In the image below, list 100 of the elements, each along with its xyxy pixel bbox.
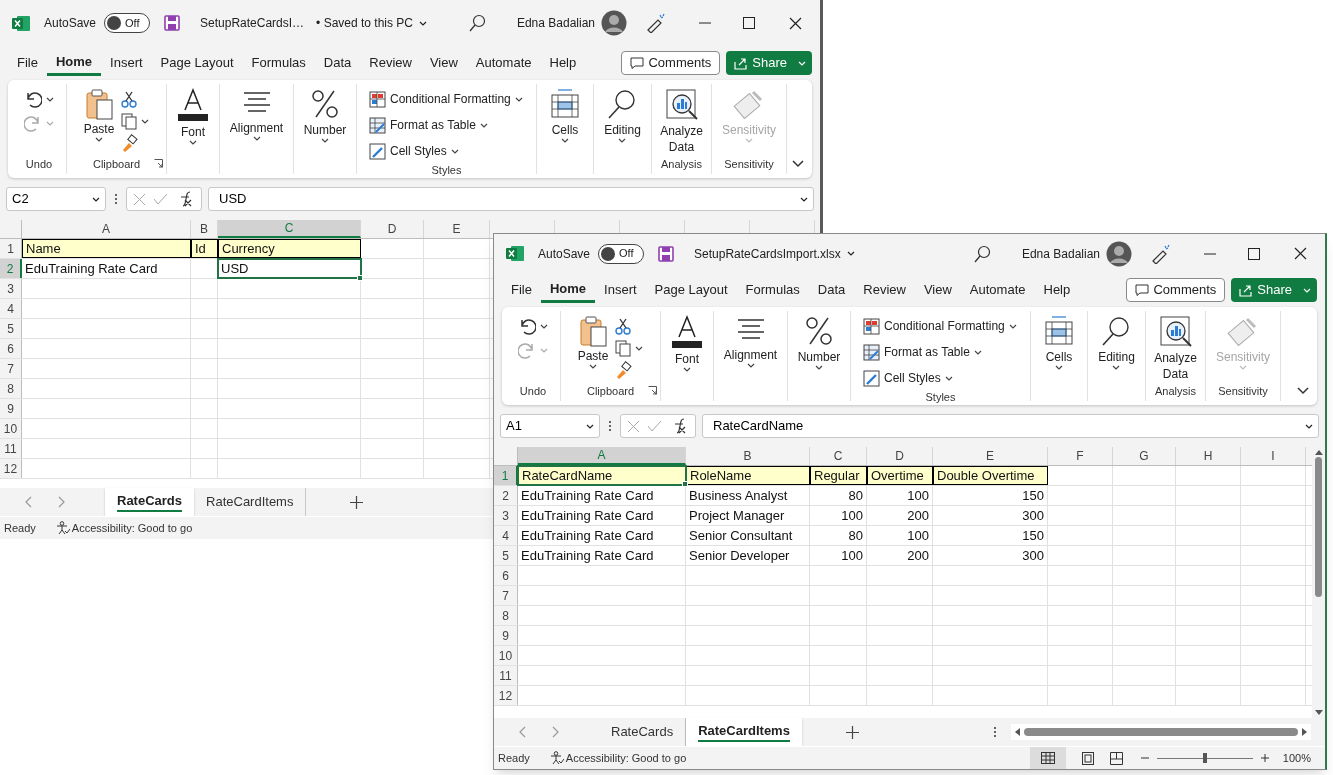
ribbon-tab[interactable]: Help bbox=[540, 50, 586, 76]
scroll-down-icon[interactable] bbox=[1314, 710, 1323, 716]
sheet-tab[interactable]: RateCards bbox=[105, 488, 195, 516]
row-header[interactable]: 7 bbox=[494, 586, 518, 605]
row-header[interactable]: 5 bbox=[0, 319, 22, 338]
caret-icon[interactable] bbox=[479, 122, 488, 128]
row-header[interactable]: 11 bbox=[494, 666, 518, 685]
table-cells-icon[interactable] bbox=[1044, 315, 1074, 347]
caret-icon[interactable] bbox=[450, 148, 459, 154]
undo-icon[interactable] bbox=[24, 90, 42, 108]
font-color-icon[interactable] bbox=[176, 88, 210, 122]
style-menu-button[interactable]: Cell Styles bbox=[369, 140, 459, 162]
chart-magnifier-icon[interactable] bbox=[664, 88, 699, 122]
column-header[interactable]: E bbox=[424, 220, 490, 238]
column-header[interactable]: F bbox=[1048, 447, 1113, 465]
paste-button[interactable]: Paste bbox=[577, 315, 609, 379]
avatar-icon[interactable] bbox=[1106, 240, 1132, 267]
ribbon-tab[interactable]: Insert bbox=[595, 277, 646, 303]
ribbon-tab[interactable]: Data bbox=[314, 50, 361, 76]
page-break-icon[interactable] bbox=[1109, 751, 1123, 765]
autosave-toggle[interactable]: Off bbox=[598, 243, 645, 264]
column-header[interactable]: A bbox=[22, 220, 191, 238]
column-header[interactable]: D bbox=[867, 447, 933, 465]
minimize-icon[interactable] bbox=[1204, 252, 1216, 255]
more-options-icon[interactable] bbox=[993, 726, 997, 738]
add-sheet-icon[interactable] bbox=[845, 725, 859, 739]
caret-icon[interactable] bbox=[141, 118, 150, 124]
editing-button[interactable]: Editing bbox=[604, 88, 641, 143]
scissors-icon[interactable] bbox=[120, 90, 139, 108]
paste-button[interactable]: Paste bbox=[83, 88, 115, 152]
number-button[interactable]: Number bbox=[303, 88, 347, 143]
caret-icon[interactable] bbox=[800, 196, 808, 202]
row-header[interactable]: 8 bbox=[0, 379, 22, 398]
caret-icon[interactable] bbox=[321, 138, 329, 143]
row-header[interactable]: 4 bbox=[0, 299, 22, 318]
caret-icon[interactable] bbox=[95, 137, 103, 142]
row-header[interactable]: 9 bbox=[0, 399, 22, 418]
row-header[interactable]: 10 bbox=[494, 646, 518, 665]
caret-icon[interactable] bbox=[683, 367, 691, 372]
caret-icon[interactable] bbox=[944, 375, 953, 381]
comments-button[interactable]: Comments bbox=[1126, 278, 1226, 302]
ribbon-tab[interactable]: View bbox=[420, 50, 467, 76]
ribbon-tab[interactable]: Review bbox=[854, 277, 915, 303]
accessibility-status[interactable]: Accessibility: Good to go bbox=[549, 749, 687, 767]
percent-icon[interactable] bbox=[310, 88, 340, 120]
caret-icon[interactable] bbox=[46, 96, 54, 102]
analyze-data-button[interactable]: Analyze Data bbox=[656, 88, 707, 155]
ribbon-tab[interactable]: Page Layout bbox=[151, 50, 243, 76]
row-header[interactable]: 6 bbox=[0, 339, 22, 358]
comments-button[interactable]: Comments bbox=[621, 51, 721, 75]
style-menu-button[interactable]: Conditional Formatting bbox=[863, 315, 1017, 337]
column-header[interactable]: I bbox=[1241, 447, 1306, 465]
caret-icon[interactable] bbox=[846, 251, 855, 256]
chart-magnifier-icon[interactable] bbox=[1158, 315, 1193, 349]
caret-icon[interactable] bbox=[1055, 365, 1063, 370]
table-cells-icon[interactable] bbox=[550, 88, 580, 120]
more-options-icon[interactable] bbox=[114, 193, 118, 205]
next-sheet-icon[interactable] bbox=[552, 726, 559, 738]
caret-icon[interactable] bbox=[1305, 423, 1313, 429]
row-header[interactable]: 1 bbox=[494, 466, 518, 485]
column-header[interactable]: G bbox=[1113, 447, 1176, 465]
accessibility-status[interactable]: Accessibility: Good to go bbox=[55, 519, 193, 537]
column-header[interactable]: E bbox=[933, 447, 1048, 465]
maximize-icon[interactable] bbox=[1248, 247, 1260, 260]
row-header[interactable]: 4 bbox=[494, 526, 518, 545]
previous-sheet-icon[interactable] bbox=[25, 496, 32, 508]
avatar-icon[interactable] bbox=[601, 10, 627, 36]
column-header[interactable]: C bbox=[810, 447, 867, 465]
page-layout-icon[interactable] bbox=[1081, 751, 1094, 765]
search-icon[interactable] bbox=[468, 14, 487, 32]
caret-icon[interactable] bbox=[589, 364, 597, 369]
autosave-toggle[interactable]: Off bbox=[104, 13, 151, 33]
alignment-button[interactable]: Alignment bbox=[723, 315, 778, 368]
caret-icon[interactable] bbox=[561, 138, 569, 143]
row-header[interactable]: 11 bbox=[0, 439, 22, 458]
zoom-slider[interactable] bbox=[1156, 753, 1253, 763]
dialog-launcher-icon[interactable] bbox=[648, 386, 657, 395]
formula-input[interactable]: RateCardName bbox=[702, 414, 1319, 438]
zoom-percent[interactable]: 100% bbox=[1282, 749, 1311, 767]
ribbon-tab[interactable]: File bbox=[502, 277, 541, 303]
zoom-in-icon[interactable] bbox=[1260, 754, 1269, 762]
close-icon[interactable] bbox=[1294, 247, 1307, 260]
zoom-thumb[interactable] bbox=[1202, 753, 1207, 763]
row-header[interactable]: 8 bbox=[494, 606, 518, 625]
row-header[interactable]: 12 bbox=[494, 686, 518, 705]
caret-icon[interactable] bbox=[973, 349, 982, 355]
caret-icon[interactable] bbox=[92, 196, 100, 202]
normal-view-icon[interactable] bbox=[1040, 752, 1055, 764]
copy-icon[interactable] bbox=[614, 339, 633, 357]
font-color-icon[interactable] bbox=[670, 315, 704, 349]
ribbon-tab[interactable]: Automate bbox=[960, 277, 1035, 303]
add-sheet-icon[interactable] bbox=[350, 495, 364, 509]
column-header[interactable]: D bbox=[361, 220, 424, 238]
caret-icon[interactable] bbox=[189, 140, 197, 145]
cells-button[interactable]: Cells bbox=[550, 88, 580, 143]
close-icon[interactable] bbox=[789, 16, 802, 30]
scroll-left-icon[interactable] bbox=[1014, 728, 1020, 736]
dialog-launcher-icon[interactable] bbox=[154, 159, 163, 168]
caret-icon[interactable] bbox=[252, 136, 261, 141]
caret-icon[interactable] bbox=[815, 365, 823, 370]
